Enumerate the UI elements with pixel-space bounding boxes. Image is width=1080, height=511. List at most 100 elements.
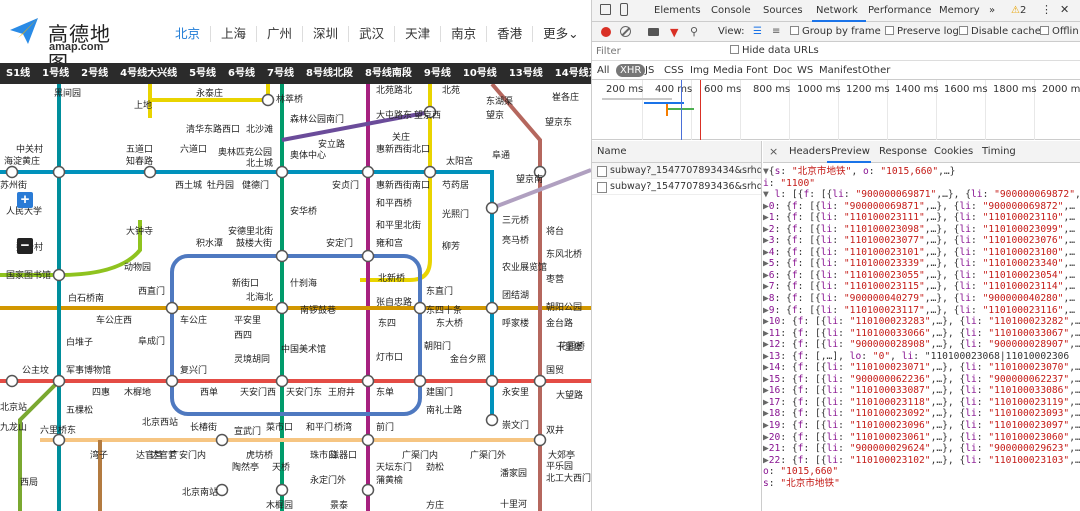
line-tab[interactable]: 1号线 <box>36 63 75 84</box>
line-tab[interactable]: 4号线大兴线 <box>114 63 183 84</box>
device-toolbar-icon[interactable] <box>620 3 628 16</box>
station-label[interactable]: 奥林匹克公园 <box>218 146 272 158</box>
station-label[interactable]: 复兴门 <box>180 364 207 376</box>
json-preview-line[interactable]: ▶2: {f: [{li: "110100023098",…}, {li: "1… <box>763 224 1080 236</box>
station-label[interactable]: 什刹海 <box>290 277 317 289</box>
station-label[interactable]: 芍药居 <box>442 179 469 191</box>
station-label[interactable]: 大屯路东 <box>376 109 412 121</box>
station-label[interactable]: 南锣鼓巷 <box>300 304 336 316</box>
station-label[interactable]: 白堆子 <box>66 336 93 348</box>
city-hongkong[interactable]: 香港 <box>487 26 534 42</box>
station-label[interactable]: 金台路 <box>546 317 573 329</box>
station-label[interactable]: 六道口 <box>180 143 207 155</box>
station-label[interactable]: 朝阳门 <box>424 340 451 352</box>
station-label[interactable]: 大郊亭 <box>548 449 575 461</box>
station-label[interactable]: 积水潭 <box>196 237 223 249</box>
station-label[interactable]: 木樨地 <box>124 386 151 398</box>
station-label[interactable]: 中关村 <box>16 143 43 155</box>
filter-icon[interactable]: ▼ <box>670 26 678 39</box>
station-label[interactable]: 菜市口 <box>266 421 293 433</box>
station-label[interactable]: 天安门东 <box>286 386 322 398</box>
tab-performance[interactable]: Performance <box>868 5 931 16</box>
station-label[interactable]: 林萃桥 <box>276 93 303 105</box>
zoom-in-button[interactable]: + <box>17 192 33 208</box>
json-preview-line[interactable]: ▶18: {f: [{li: "110100023092",…}, {li: "… <box>763 408 1080 420</box>
city-wuhan[interactable]: 武汉 <box>349 26 396 42</box>
json-preview-line[interactable]: ▶4: {f: [{li: "110100023101",…}, {li: "1… <box>763 247 1080 259</box>
station-label[interactable]: 湾子 <box>90 449 108 461</box>
station-label[interactable]: 黑间园 <box>54 87 81 99</box>
station-label[interactable]: 方庄 <box>426 499 444 511</box>
kebab-menu-icon[interactable]: ⋮ <box>1041 3 1052 16</box>
subway-map[interactable]: 黑间园 永泰庄 林萃桥 北苑路北 北苑 东湖渠 崔各庄 上地 清华东路西口 北沙滩 森林公园南门 大屯… <box>0 84 591 511</box>
station-label[interactable]: 国家图书馆 <box>6 269 51 281</box>
json-preview-line[interactable]: ▶16: {f: [{li: "110100033087",…}, {li: "… <box>763 385 1080 397</box>
station-label[interactable]: 朝阳公园 <box>546 302 582 313</box>
station-label[interactable]: 永泰庄 <box>196 87 223 99</box>
station-label[interactable]: 金台夕照 <box>450 353 486 365</box>
station-label[interactable]: 建国门 <box>426 386 453 398</box>
station-label[interactable]: 望京 <box>486 109 504 121</box>
type-ws[interactable]: WS <box>797 65 813 76</box>
station-label[interactable]: 天桥 <box>272 461 290 473</box>
record-icon[interactable] <box>601 27 611 37</box>
station-label[interactable]: 东单 <box>376 386 394 398</box>
station-label[interactable]: 北苑 <box>442 84 460 96</box>
station-label[interactable]: 军事博物馆 <box>66 364 111 376</box>
station-label[interactable]: 健德门 <box>242 179 269 191</box>
station-label[interactable]: 前门 <box>376 421 394 433</box>
amap-logo[interactable]: 高德地图 amap.com <box>8 14 118 75</box>
station-label[interactable]: 枣营 <box>546 273 564 285</box>
line-tab[interactable]: 5号线 <box>183 63 222 84</box>
station-label[interactable]: 阜通 <box>492 149 510 161</box>
json-preview-line[interactable]: ▶22: {f: [{li: "110100023102",…}, {li: "… <box>763 455 1080 467</box>
station-label[interactable]: 平乐园 <box>546 460 573 472</box>
json-preview-line[interactable]: ▶12: {f: [{li: "900000028908",…}, {li: "… <box>763 339 1080 351</box>
type-other[interactable]: Other <box>862 65 890 76</box>
station-label[interactable]: 国贸 <box>546 364 564 376</box>
line-tab[interactable]: 9号线 <box>418 63 457 84</box>
line-tab[interactable]: 8号线南段 <box>359 63 418 84</box>
station-label[interactable]: 五棵松 <box>66 404 93 416</box>
line-tab[interactable]: 13号线 <box>503 63 549 84</box>
station-label[interactable]: 蒲黄榆 <box>376 474 403 486</box>
tab-sources[interactable]: Sources <box>763 5 803 16</box>
station-label[interactable]: 和平西桥 <box>376 197 412 209</box>
filter-input[interactable] <box>596 44 724 59</box>
station-label[interactable]: 光熙门 <box>442 208 469 220</box>
request-row[interactable]: subway?_1547707893436&srhda... <box>592 179 761 195</box>
station-label[interactable]: 北京南站 <box>182 486 218 498</box>
line-tab[interactable]: S1线 <box>0 63 36 84</box>
station-label[interactable]: 西局 <box>20 477 38 488</box>
station-label[interactable]: 和平里北街 <box>376 219 421 231</box>
json-preview-line[interactable]: ▶17: {f: [{li: "110100023118",…}, {li: "… <box>763 397 1080 409</box>
json-preview-line[interactable]: ▶6: {f: [{li: "110100023055",…}, {li: "1… <box>763 270 1080 282</box>
warning-badge[interactable]: ⚠2 <box>1011 5 1026 16</box>
station-label[interactable]: 永安里 <box>502 386 529 398</box>
station-label[interactable]: 鼓楼大街 <box>236 237 272 249</box>
station-label[interactable]: 三元桥 <box>502 214 529 226</box>
station-label[interactable]: 北工大西门 <box>546 472 591 484</box>
json-preview-line[interactable]: ▶19: {f: [{li: "110100023096",…}, {li: "… <box>763 420 1080 432</box>
json-preview-line[interactable]: ▶14: {f: [{li: "110100023071",…}, {li: "… <box>763 362 1080 374</box>
station-label[interactable]: 西直门 <box>138 285 165 297</box>
city-guangzhou[interactable]: 广州 <box>257 26 304 42</box>
city-more[interactable]: 更多⌄ <box>533 26 588 42</box>
close-detail-icon[interactable]: × <box>769 145 778 158</box>
station-label[interactable]: 新街口 <box>232 277 259 289</box>
station-label[interactable]: 东四 <box>378 317 396 329</box>
list-view-icon[interactable]: ☰ <box>753 26 762 37</box>
name-column-header[interactable]: Name <box>597 146 627 157</box>
json-preview-line[interactable]: ▼{s: "北京市地铁", o: "1015,660",…} <box>763 166 1080 178</box>
json-preview-line[interactable]: i: "1100" <box>763 178 1080 190</box>
station-label[interactable]: 景泰 <box>330 499 348 511</box>
station-label[interactable]: 六里桥东 <box>40 424 76 436</box>
station-label[interactable]: 森林公园南门 <box>290 113 344 125</box>
zoom-out-button[interactable]: − <box>17 238 33 254</box>
city-shanghai[interactable]: 上海 <box>211 26 258 42</box>
type-doc[interactable]: Doc <box>773 65 792 76</box>
station-label[interactable]: 呼家楼 <box>502 317 529 329</box>
station-label[interactable]: 东大桥 <box>436 317 463 329</box>
json-preview[interactable]: ▼{s: "北京市地铁", o: "1015,660",…} i: "1100"… <box>763 163 1080 511</box>
station-label[interactable]: 白石桥南 <box>68 292 104 304</box>
